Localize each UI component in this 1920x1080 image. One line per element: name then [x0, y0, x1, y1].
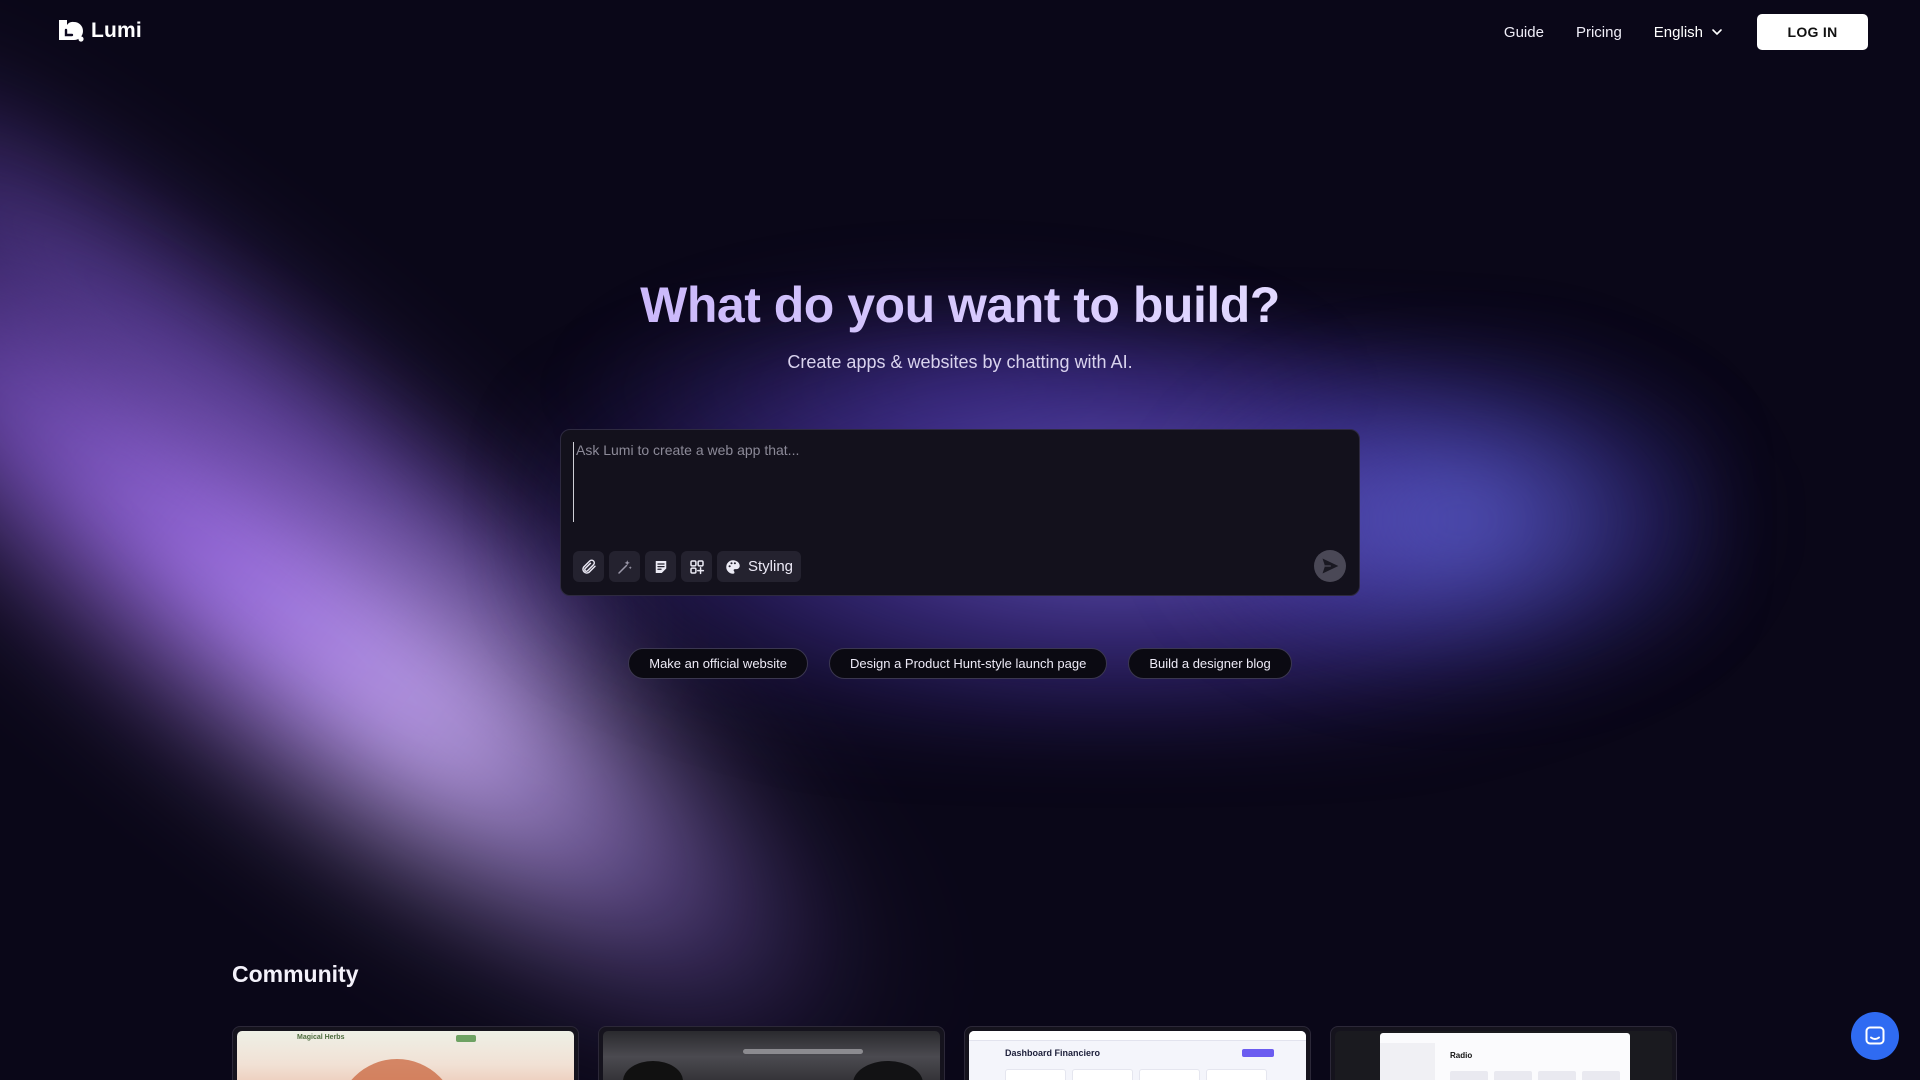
chevron-down-icon [1712, 29, 1722, 36]
language-label: English [1653, 23, 1703, 41]
hero-title: What do you want to build? [0, 270, 1920, 340]
login-button[interactable]: LOG IN [1757, 14, 1868, 50]
project-thumbnail: Dashboard Financiero [969, 1031, 1306, 1080]
hero-subtitle: Create apps & websites by chatting with … [787, 352, 1133, 372]
project-thumbnail: Magical Herbs [237, 1031, 574, 1080]
project-thumbnail [603, 1031, 940, 1080]
styling-button[interactable]: Styling [717, 551, 802, 582]
suggestion-chip-official-website[interactable]: Make an official website [628, 648, 809, 679]
community-card[interactable]: Dashboard Financiero [964, 1026, 1311, 1080]
suggestion-chip-designer-blog[interactable]: Build a designer blog [1128, 648, 1292, 679]
nav-link-guide[interactable]: Guide [1504, 24, 1544, 41]
magic-wand-icon [617, 559, 632, 574]
send-icon [1322, 558, 1339, 574]
community-card[interactable] [598, 1026, 945, 1080]
prompt-toolbar: Styling [573, 551, 802, 582]
thumbnail-title: Dashboard Financiero [1005, 1048, 1101, 1058]
community-cards: Magical Herbs Dashboard Financiero Radio [232, 1026, 1677, 1080]
suggestion-chip-launch-page[interactable]: Design a Product Hunt-style launch page [829, 648, 1108, 679]
nav-link-pricing[interactable]: Pricing [1576, 24, 1622, 41]
prompt-input[interactable] [573, 442, 1343, 522]
thumbnail-title: Magical Herbs [297, 1034, 345, 1041]
support-chat-button[interactable] [1851, 1012, 1899, 1060]
components-button[interactable] [681, 551, 712, 582]
styling-label: Styling [748, 558, 794, 575]
attach-icon [581, 558, 596, 574]
notes-icon [655, 560, 666, 573]
community-card[interactable]: Radio [1330, 1026, 1677, 1080]
hero: What do you want to build? Create apps &… [0, 270, 1920, 373]
thumbnail-title: Radio [1450, 1051, 1473, 1060]
brand-logo[interactable]: Lumi [55, 18, 142, 44]
notes-button[interactable] [645, 551, 676, 582]
send-button[interactable] [1314, 550, 1346, 582]
prompt-box: Styling [560, 429, 1360, 596]
lumi-logo-icon [59, 20, 84, 42]
language-selector[interactable]: English [1654, 24, 1723, 41]
attach-button[interactable] [573, 551, 604, 582]
nav-links: Guide Pricing English LOG IN [1504, 14, 1868, 50]
palette-icon [726, 559, 740, 574]
project-thumbnail: Radio [1335, 1031, 1672, 1080]
brand-name: Lumi [91, 19, 142, 42]
community-card[interactable]: Magical Herbs [232, 1026, 579, 1080]
community-title: Community [232, 961, 359, 987]
top-nav: Lumi Guide Pricing English LOG IN [0, 0, 1920, 64]
suggestion-chips: Make an official website Design a Produc… [0, 648, 1920, 679]
components-icon [689, 559, 704, 574]
page: Lumi Guide Pricing English LOG IN What d… [0, 0, 1920, 1080]
chat-icon [1865, 1026, 1885, 1045]
enhance-button[interactable] [609, 551, 640, 582]
